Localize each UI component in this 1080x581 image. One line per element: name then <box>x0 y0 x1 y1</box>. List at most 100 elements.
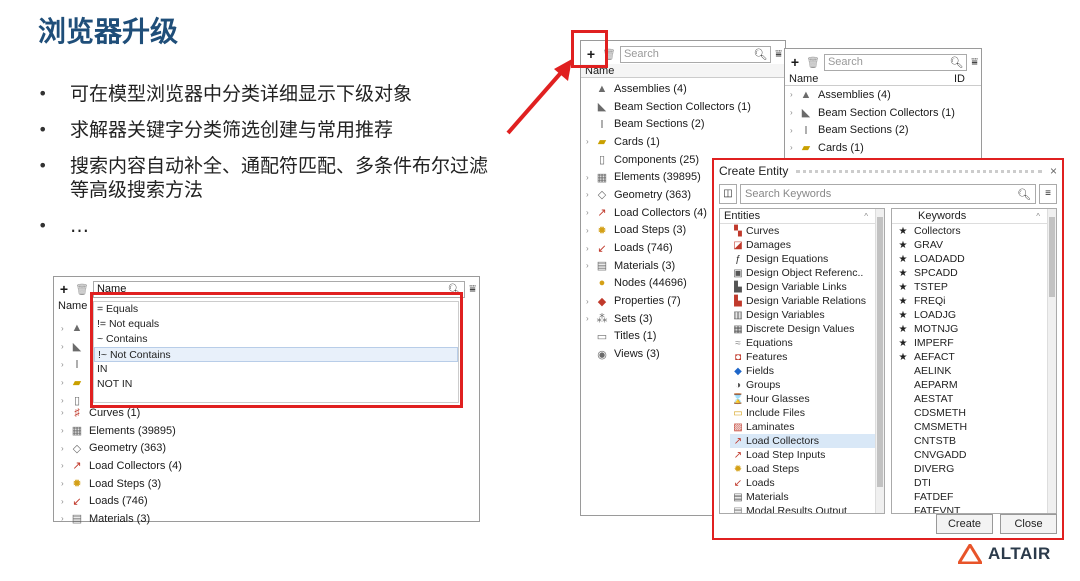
entity-keyword-lists: Entities ^ ▚ Curves ◪ Damages ƒ Design Equatio… <box>719 208 1057 514</box>
add-icon[interactable]: + <box>57 281 71 297</box>
list-item[interactable]: › ▲ <box>56 319 89 337</box>
keyword-item[interactable]: ★ AEFACT <box>892 350 1056 364</box>
keyword-item[interactable]: AELINK <box>892 364 1056 378</box>
card-icon: ▰ <box>597 136 607 149</box>
keyword-item[interactable]: CNVGADD <box>892 448 1056 462</box>
filter-icon[interactable]: ⩸ <box>971 56 978 69</box>
keyword-item[interactable]: ★ Collectors <box>892 224 1056 238</box>
list-item[interactable]: ◣ Beam Section Collectors (1) <box>581 98 785 116</box>
list-item[interactable]: › ◣ Beam Section Collectors (1) <box>785 104 981 122</box>
search-input[interactable]: Search 🔍︎ <box>823 53 968 71</box>
keywords-header[interactable]: Keywords ^ <box>892 209 1056 224</box>
create-button[interactable]: Create <box>936 514 993 534</box>
entity-label: Design Equations <box>746 253 829 265</box>
list-item[interactable]: › ▰ Cards (1) <box>785 139 981 157</box>
list-item[interactable]: › ▰ Cards (1) <box>581 133 785 151</box>
entity-item[interactable]: ↗ Load Collectors <box>730 434 884 448</box>
list-item[interactable]: › ▲ Assemblies (4) <box>785 86 981 104</box>
column-header-name[interactable]: Name <box>581 64 785 78</box>
entity-item[interactable]: ▤ Materials <box>730 490 884 504</box>
entity-item[interactable]: ƒ Design Equations <box>730 252 884 266</box>
entity-item[interactable]: ◪ Damages <box>730 238 884 252</box>
list-item[interactable]: › ▦ Elements (39895) <box>56 422 356 440</box>
keyword-item[interactable]: CNTSTB <box>892 434 1056 448</box>
list-item[interactable]: › ◇ Geometry (363) <box>56 439 356 457</box>
filter-icon[interactable]: ⩸ <box>775 48 782 61</box>
keyword-item[interactable]: ★ LOADJG <box>892 308 1056 322</box>
search-icon[interactable]: 🔍︎ <box>753 48 767 61</box>
keyword-item[interactable]: ★ FREQi <box>892 294 1056 308</box>
keyword-label: FREQi <box>914 295 946 307</box>
model-browser-panel-secondary: + 🗑 Search 🔍︎ ⩸ Name ID › ▲ Assemblies (4)… <box>784 48 982 160</box>
entity-item[interactable]: ▭ Include Files <box>730 406 884 420</box>
drag-handle[interactable] <box>796 169 1042 173</box>
keyword-item[interactable]: ★ TSTEP <box>892 280 1056 294</box>
list-item[interactable]: › ↙ Loads (746) <box>56 492 356 510</box>
entity-item[interactable]: ◆ Fields <box>730 364 884 378</box>
entity-item[interactable]: ↗ Load Step Inputs <box>730 448 884 462</box>
entity-item[interactable]: ▣ Design Object Referenc.. <box>730 266 884 280</box>
entity-item[interactable]: ≈ Equations <box>730 336 884 350</box>
filter-icon[interactable]: ⩸ <box>469 283 476 296</box>
keyword-item[interactable]: AESTAT <box>892 392 1056 406</box>
list-item[interactable]: › ▤ Materials (3) <box>56 510 356 528</box>
keyword-item[interactable]: ★ SPCADD <box>892 266 1056 280</box>
entities-header[interactable]: Entities ^ <box>720 209 884 224</box>
trash-icon[interactable]: 🗑 <box>75 283 89 296</box>
entity-item[interactable]: ⌛ Hour Glasses <box>730 392 884 406</box>
trash-icon[interactable]: 🗑 <box>806 56 820 69</box>
close-button[interactable]: Close <box>1000 514 1057 534</box>
entity-item[interactable]: ▨ Laminates <box>730 420 884 434</box>
entity-icon: ▤ <box>733 505 743 514</box>
entity-item[interactable]: ▙ Design Variable Links <box>730 280 884 294</box>
menu-icon[interactable]: ≡ <box>1039 184 1057 204</box>
keyword-item[interactable]: DIVERG <box>892 462 1056 476</box>
entity-label: Design Variable Relations <box>746 295 867 307</box>
keyword-item[interactable]: AEPARM <box>892 378 1056 392</box>
entity-item[interactable]: ↙ Loads <box>730 476 884 490</box>
keyword-item[interactable]: ★ MOTNJG <box>892 322 1056 336</box>
dialog-titlebar[interactable]: Create Entity × <box>714 160 1062 182</box>
entities-scrollbar[interactable] <box>875 209 884 513</box>
entity-label: Design Variable Links <box>746 281 847 293</box>
column-header-id[interactable]: ID <box>954 73 965 85</box>
keyword-item[interactable]: DTI <box>892 476 1056 490</box>
list-item[interactable]: › ✹ Load Steps (3) <box>56 475 356 493</box>
component-icon: ▯ <box>598 154 606 167</box>
search-input[interactable]: Search 🔍︎ <box>619 45 772 63</box>
keyword-item[interactable]: CMSMETH <box>892 420 1056 434</box>
entity-item[interactable]: ▙ Design Variable Relations <box>730 294 884 308</box>
keywords-scrollbar[interactable] <box>1047 209 1056 513</box>
column-header-name[interactable]: Name <box>789 73 818 85</box>
list-item[interactable]: › ▰ <box>56 373 89 391</box>
list-item[interactable]: Ⅰ Beam Sections (2) <box>581 115 785 133</box>
list-item[interactable]: › Ⅰ <box>56 355 89 373</box>
search-icon[interactable]: 🔍︎ <box>949 56 963 69</box>
panel-toggle-icon[interactable]: ◫ <box>719 184 737 204</box>
keyword-search-input[interactable]: Search Keywords 🔍︎ <box>740 184 1036 204</box>
keyword-item[interactable]: ★ LOADADD <box>892 252 1056 266</box>
keyword-item[interactable]: FATEVNT <box>892 504 1056 513</box>
keyword-item[interactable]: FATDEF <box>892 490 1056 504</box>
add-icon[interactable]: + <box>788 54 802 70</box>
column-header[interactable]: Name ID <box>785 72 981 86</box>
keyword-item[interactable]: ★ IMPERF <box>892 336 1056 350</box>
list-item[interactable]: ▲ Assemblies (4) <box>581 80 785 98</box>
list-item[interactable]: › ◣ <box>56 337 89 355</box>
keyword-item[interactable]: CDSMETH <box>892 406 1056 420</box>
keyword-label: MOTNJG <box>914 323 959 335</box>
keyword-item[interactable]: ★ GRAV <box>892 238 1056 252</box>
entity-item[interactable]: ▥ Design Variables <box>730 308 884 322</box>
entity-item[interactable]: ◑ Groups <box>730 378 884 392</box>
entity-item[interactable]: ▚ Curves <box>730 224 884 238</box>
altair-triangle-icon <box>958 544 982 564</box>
list-item[interactable]: › ↗ Load Collectors (4) <box>56 457 356 475</box>
entity-item[interactable]: ✹ Load Steps <box>730 462 884 476</box>
entity-item[interactable]: ▦ Discrete Design Values <box>730 322 884 336</box>
curves-icon: ♯ <box>74 406 80 419</box>
entity-item[interactable]: ▤ Modal Results Output <box>730 504 884 514</box>
list-item[interactable]: › Ⅰ Beam Sections (2) <box>785 121 981 139</box>
close-icon[interactable]: × <box>1050 164 1057 178</box>
search-icon[interactable]: 🔍︎ <box>1017 188 1031 201</box>
entity-item[interactable]: ◘ Features <box>730 350 884 364</box>
